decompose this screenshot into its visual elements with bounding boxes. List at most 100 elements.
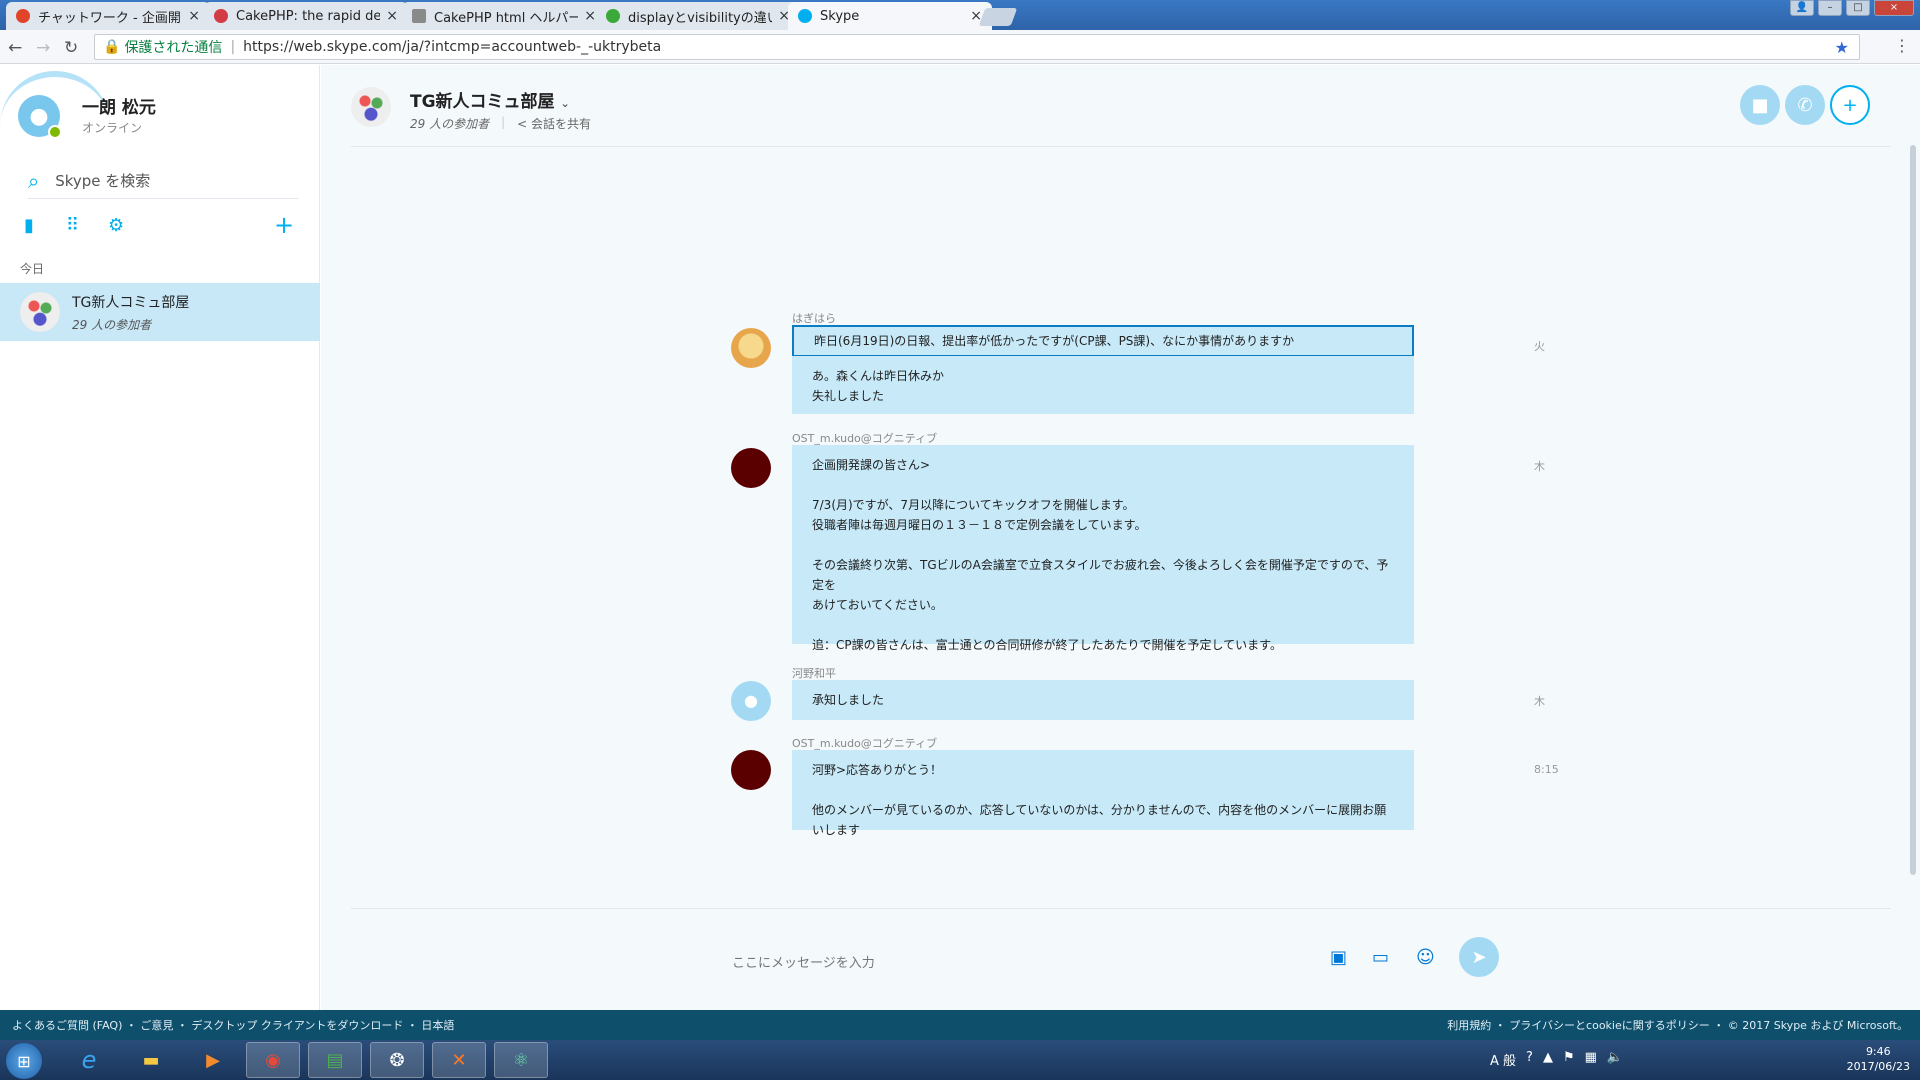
favicon-icon	[214, 9, 228, 23]
maximize-button[interactable]: □	[1846, 0, 1870, 16]
browser-tab[interactable]: CakePHP: the rapid de ×	[204, 2, 408, 30]
composer-divider	[351, 908, 1891, 909]
video-call-button[interactable]: ■	[1740, 85, 1780, 125]
online-status-icon	[48, 125, 62, 139]
message-input[interactable]	[732, 955, 1132, 970]
message-timestamp: 8:15	[1534, 763, 1559, 776]
show-hidden-icons[interactable]: ▲	[1543, 1050, 1553, 1069]
chat-pane: TG新人コミュ部屋 ⌄ 29 人の参加者 | < 会話を共有 ■ ✆ + はぎは…	[321, 65, 1920, 1010]
app-icon[interactable]: ❂	[370, 1042, 424, 1078]
file-explorer-icon[interactable]: ▬	[124, 1042, 178, 1078]
url-text: https://web.skype.com/ja/?intcmp=account…	[243, 39, 662, 55]
tab-title: displayとvisibilityの違い	[628, 10, 773, 26]
chrome-icon[interactable]: ◉	[246, 1042, 300, 1078]
message-bubble[interactable]: 昨日(6月19日)の日報、提出率が低かったですが(CP課、PS課)、なにか事情が…	[792, 325, 1414, 357]
flag-icon[interactable]: ⚑	[1563, 1050, 1575, 1069]
user-name[interactable]: 一朗 松元	[82, 93, 156, 118]
share-icon: <	[517, 117, 528, 131]
section-label-today: 今日	[20, 262, 45, 276]
chat-title[interactable]: TG新人コミュ部屋 ⌄	[410, 87, 570, 112]
default-person-icon[interactable]: ●	[731, 681, 771, 721]
share-label: 会話を共有	[531, 117, 592, 131]
chat-scrollbar[interactable]	[1910, 145, 1916, 875]
conversation-subtitle: 29 人の参加者	[72, 317, 152, 332]
share-conversation-link[interactable]: < 会話を共有	[517, 115, 591, 132]
browser-tab[interactable]: チャットワーク - 企画開 ×	[6, 2, 210, 30]
atom-icon[interactable]: ⚛	[494, 1042, 548, 1078]
add-person-icon: +	[1842, 94, 1858, 116]
settings-gear-icon[interactable]: ⚙	[108, 215, 124, 236]
window-controls: 👤 – □ ×	[1790, 0, 1914, 16]
favicon-icon	[606, 9, 620, 23]
message-timestamp: 木	[1534, 460, 1545, 473]
network-icon[interactable]: ▦	[1585, 1050, 1597, 1069]
xampp-icon[interactable]: ✕	[432, 1042, 486, 1078]
browser-tab-active[interactable]: Skype ×	[788, 2, 992, 30]
bookmark-star-icon[interactable]: ★	[1835, 38, 1849, 57]
close-tab-icon[interactable]: ×	[386, 8, 398, 24]
separator: |	[230, 39, 236, 55]
sender-avatar[interactable]	[731, 750, 771, 790]
contacts-icon[interactable]: ▮	[24, 215, 34, 236]
url-field[interactable]: 🔒 保護された通信 | https://web.skype.com/ja/?in…	[94, 34, 1860, 60]
internet-explorer-icon[interactable]: e	[62, 1042, 116, 1078]
back-icon[interactable]: ←	[8, 38, 22, 58]
conversation-item-selected[interactable]: TG新人コミュ部屋 29 人の参加者	[0, 283, 320, 341]
browser-tab[interactable]: displayとvisibilityの違い ×	[596, 2, 800, 30]
footer-links-right[interactable]: 利用規約 ・ プライバシーとcookieに関するポリシー ・ © 2017 Sk…	[1447, 1017, 1908, 1033]
message-bubble[interactable]: 企画開発課の皆さん> 7/3(月)ですが、7月以降についてキックオフを開催します…	[792, 445, 1414, 652]
media-player-icon[interactable]: ▶	[186, 1042, 240, 1078]
user-status[interactable]: オンライン	[82, 119, 142, 136]
minimize-button[interactable]: –	[1818, 0, 1842, 16]
participants-link[interactable]: 29 人の参加者	[410, 115, 489, 132]
favicon-icon	[16, 9, 30, 23]
skype-favicon-icon	[798, 9, 812, 23]
emoticon-icon[interactable]: ☺	[1416, 947, 1435, 968]
browser-tab-strip: チャットワーク - 企画開 × CakePHP: the rapid de × Ca…	[0, 0, 1920, 30]
address-bar-row: ← → ↻ 🔒 保護された通信 | https://web.skype.com/…	[0, 30, 1920, 64]
browser-tab[interactable]: CakePHP html ヘルパー ×	[402, 2, 606, 30]
audio-call-button[interactable]: ✆	[1785, 85, 1825, 125]
favicon-icon	[412, 9, 426, 23]
sidebar-toolbar: ▮ ⠿ ⚙ +	[20, 211, 300, 239]
close-window-button[interactable]: ×	[1874, 0, 1914, 16]
secure-label: 保護された通信	[124, 40, 223, 56]
clock-date: 2017/06/23	[1846, 1060, 1910, 1073]
user-icon[interactable]: 👤	[1790, 0, 1814, 16]
volume-icon[interactable]: 🔈	[1607, 1050, 1623, 1069]
chevron-down-icon[interactable]: ⌄	[560, 97, 569, 110]
group-avatar[interactable]	[351, 87, 391, 127]
start-button[interactable]: ⊞	[6, 1043, 42, 1079]
phone-icon: ✆	[1797, 94, 1813, 116]
ime-indicator[interactable]: A 般	[1490, 1050, 1516, 1069]
forward-icon[interactable]: →	[36, 38, 50, 58]
skype-footer: よくあるご質問 (FAQ) ・ ご意見 ・ デスクトップ クライアントをダウンロ…	[0, 1010, 1920, 1040]
skype-search[interactable]: ⌕ Skype を検索	[28, 163, 298, 199]
new-conversation-plus-icon[interactable]: +	[274, 211, 294, 239]
message-sender: 河野和平	[792, 667, 836, 680]
close-tab-icon[interactable]: ×	[188, 8, 200, 24]
chat-title-text: TG新人コミュ部屋	[410, 92, 555, 112]
sender-avatar[interactable]	[731, 448, 771, 488]
spreadsheet-icon[interactable]: ▤	[308, 1042, 362, 1078]
dialpad-icon[interactable]: ⠿	[66, 215, 79, 236]
send-contact-icon[interactable]: ▭	[1372, 947, 1389, 968]
message-timestamp: 木	[1534, 695, 1545, 708]
system-tray: A 般 ? ▲ ⚑ ▦ 🔈	[1490, 1050, 1623, 1069]
new-tab-button[interactable]	[978, 8, 1018, 26]
help-icon[interactable]: ?	[1526, 1050, 1533, 1069]
sender-avatar[interactable]	[731, 328, 771, 368]
message-bubble[interactable]: 承知しました	[792, 680, 1414, 720]
reload-icon[interactable]: ↻	[64, 38, 78, 58]
send-button[interactable]: ➤	[1459, 937, 1499, 977]
browser-menu-icon[interactable]: ⋮	[1894, 36, 1910, 55]
send-file-icon[interactable]: ▣	[1330, 947, 1347, 968]
send-arrow-icon: ➤	[1471, 946, 1487, 968]
message-bubble[interactable]: 河野>応答ありがとう！ 他のメンバーが見ているのか、応答していないのかは、分かり…	[792, 750, 1414, 837]
footer-links-left[interactable]: よくあるご質問 (FAQ) ・ ご意見 ・ デスクトップ クライアントをダウンロ…	[12, 1017, 454, 1033]
close-tab-icon[interactable]: ×	[584, 8, 596, 24]
taskbar-clock[interactable]: 9:46 2017/06/23	[1847, 1044, 1910, 1074]
lock-icon: 🔒	[103, 39, 121, 55]
add-participant-button[interactable]: +	[1830, 85, 1870, 125]
message-bubble[interactable]: あ。森くんは昨日休みか 失礼しました	[792, 356, 1414, 414]
